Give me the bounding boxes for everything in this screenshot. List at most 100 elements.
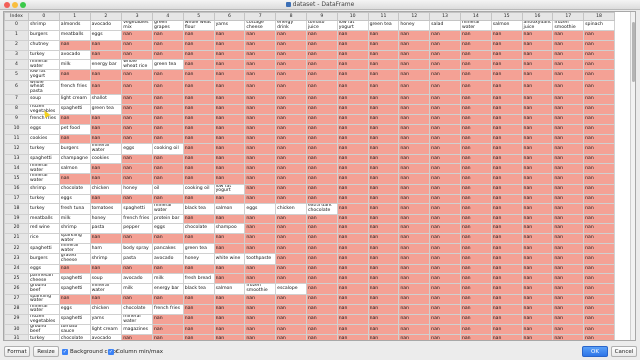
table-cell[interactable]: nan xyxy=(275,39,307,51)
table-cell[interactable]: tomatoes xyxy=(89,203,123,215)
table-cell[interactable]: almonds xyxy=(58,19,91,32)
table-cell[interactable]: nan xyxy=(213,30,246,41)
column-header[interactable]: 7 xyxy=(244,12,277,21)
table-cell[interactable]: turkey xyxy=(28,334,60,340)
table-cell[interactable]: nan xyxy=(244,293,277,305)
table-cell[interactable]: nan xyxy=(213,324,246,336)
table-cell[interactable]: nan xyxy=(336,94,369,106)
table-cell[interactable]: fresh tuna xyxy=(58,203,91,215)
table-cell[interactable]: nan xyxy=(490,153,523,165)
table-cell[interactable]: nan xyxy=(182,213,215,225)
table-cell[interactable]: nan xyxy=(336,203,369,215)
table-cell[interactable]: nan xyxy=(151,49,184,61)
table-cell[interactable]: turkey xyxy=(28,143,60,155)
table-cell[interactable]: nan xyxy=(275,314,307,326)
table-cell[interactable]: nan xyxy=(398,273,431,285)
table-cell[interactable]: nan xyxy=(305,314,338,326)
table-cell[interactable]: nan xyxy=(521,143,554,155)
table-cell[interactable]: nan xyxy=(182,233,215,245)
table-cell[interactable]: nan xyxy=(429,173,461,185)
table-cell[interactable]: nan xyxy=(213,153,246,165)
table-cell[interactable]: nan xyxy=(552,153,585,165)
table-cell[interactable]: nan xyxy=(275,69,307,81)
table-cell[interactable]: mineral water xyxy=(28,59,60,71)
table-cell[interactable]: nan xyxy=(398,243,431,255)
row-index-cell[interactable]: 17 xyxy=(4,193,29,205)
table-cell[interactable]: avocado xyxy=(121,273,153,285)
table-cell[interactable]: nan xyxy=(89,114,123,125)
table-cell[interactable]: sparkling water xyxy=(28,293,60,305)
table-cell[interactable]: nan xyxy=(275,223,307,235)
table-cell[interactable]: nan xyxy=(459,104,492,116)
table-cell[interactable]: nan xyxy=(552,314,585,326)
table-cell[interactable]: nan xyxy=(244,223,277,235)
table-cell[interactable]: nan xyxy=(367,173,400,185)
row-index-cell[interactable]: 16 xyxy=(4,183,29,195)
table-cell[interactable]: nan xyxy=(121,133,153,145)
table-cell[interactable]: whole wheat pasta xyxy=(28,79,60,96)
table-cell[interactable]: nan xyxy=(336,183,369,195)
table-cell[interactable]: meatballs xyxy=(58,30,91,41)
table-cell[interactable]: shrimp xyxy=(28,19,60,32)
table-cell[interactable]: nan xyxy=(58,293,91,305)
table-cell[interactable]: nan xyxy=(121,30,153,41)
table-cell[interactable]: nan xyxy=(336,143,369,155)
row-index-cell[interactable]: 30 xyxy=(4,324,29,336)
table-cell[interactable]: nan xyxy=(121,104,153,116)
table-cell[interactable]: nan xyxy=(367,223,400,235)
table-cell[interactable]: spinach xyxy=(583,19,615,32)
table-cell[interactable]: toothpaste xyxy=(244,253,277,265)
table-cell[interactable]: tomato sauce xyxy=(58,324,91,336)
table-cell[interactable]: nan xyxy=(552,104,585,116)
table-cell[interactable]: nan xyxy=(429,104,461,116)
table-cell[interactable]: nan xyxy=(151,123,184,135)
table-cell[interactable]: nan xyxy=(459,263,492,275)
table-cell[interactable]: nan xyxy=(275,263,307,275)
table-cell[interactable]: salad xyxy=(429,19,461,32)
table-cell[interactable]: nan xyxy=(490,314,523,326)
table-cell[interactable]: nan xyxy=(213,233,246,245)
table-cell[interactable]: nan xyxy=(244,114,277,125)
table-cell[interactable]: nan xyxy=(552,223,585,235)
table-cell[interactable]: nan xyxy=(490,59,523,71)
table-cell[interactable]: nan xyxy=(429,233,461,245)
table-cell[interactable]: nan xyxy=(521,173,554,185)
table-cell[interactable]: nan xyxy=(429,123,461,135)
table-cell[interactable]: nan xyxy=(275,153,307,165)
table-cell[interactable]: nan xyxy=(521,183,554,195)
table-cell[interactable]: nan xyxy=(121,163,153,175)
table-cell[interactable]: nan xyxy=(367,243,400,255)
table-cell[interactable]: nan xyxy=(151,193,184,205)
table-cell[interactable]: nan xyxy=(552,253,585,265)
row-index-cell[interactable]: 29 xyxy=(4,314,29,326)
table-cell[interactable]: low fat yogurt xyxy=(336,19,369,32)
table-cell[interactable]: nan xyxy=(552,173,585,185)
column-header[interactable]: 4 xyxy=(151,12,184,21)
table-cell[interactable]: nan xyxy=(336,123,369,135)
table-cell[interactable]: nan xyxy=(459,143,492,155)
table-cell[interactable]: black tea xyxy=(182,283,215,295)
table-cell[interactable]: nan xyxy=(275,293,307,305)
table-cell[interactable]: nan xyxy=(521,193,554,205)
table-cell[interactable]: cookies xyxy=(89,153,123,165)
row-index-cell[interactable]: 8 xyxy=(4,104,29,116)
table-cell[interactable]: pasta xyxy=(121,253,153,265)
table-cell[interactable]: honey xyxy=(121,183,153,195)
table-cell[interactable]: nan xyxy=(552,79,585,96)
table-cell[interactable]: nan xyxy=(182,263,215,275)
table-cell[interactable]: nan xyxy=(151,133,184,145)
resize-button[interactable]: Resize xyxy=(33,346,59,357)
table-cell[interactable]: nan xyxy=(305,243,338,255)
table-cell[interactable]: nan xyxy=(151,233,184,245)
table-cell[interactable]: nan xyxy=(429,163,461,175)
table-cell[interactable]: escalope xyxy=(275,283,307,295)
column-header[interactable]: 16 xyxy=(521,12,554,21)
table-cell[interactable]: nan xyxy=(583,59,615,71)
table-cell[interactable]: salmon xyxy=(213,203,246,215)
table-cell[interactable]: oil xyxy=(151,183,184,195)
index-column-header[interactable]: Index xyxy=(4,12,29,21)
table-cell[interactable]: spaghetti xyxy=(58,314,91,326)
table-cell[interactable]: nan xyxy=(305,173,338,185)
table-cell[interactable]: nan xyxy=(213,133,246,145)
table-cell[interactable]: nan xyxy=(275,163,307,175)
